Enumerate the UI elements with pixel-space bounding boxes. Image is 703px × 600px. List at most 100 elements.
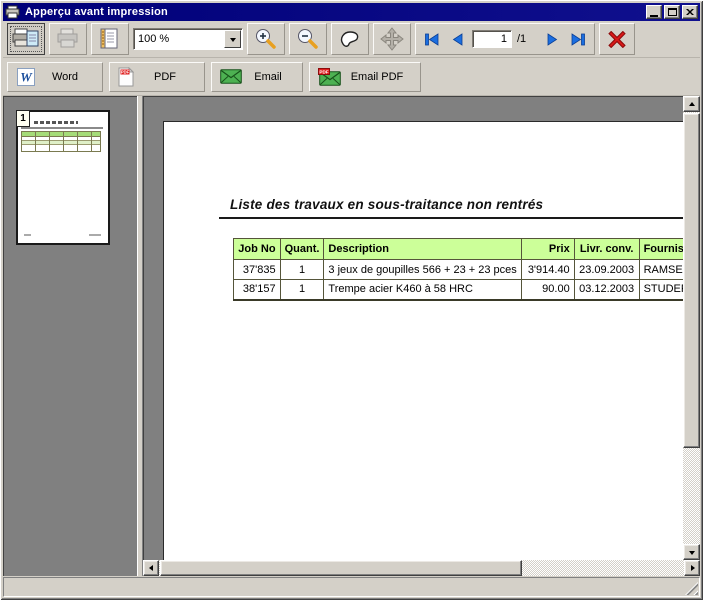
cell-livr: 03.12.2003 <box>574 280 639 300</box>
vertical-scroll-thumb[interactable] <box>683 113 700 448</box>
cell-description: 3 jeux de goupilles 566 + 23 + 23 pces <box>324 260 522 280</box>
export-email-button[interactable]: Email <box>211 62 303 92</box>
document-title: Liste des travaux en sous-traitance non … <box>230 197 543 212</box>
scroll-right-button[interactable] <box>684 560 700 576</box>
chevron-down-icon <box>230 38 236 45</box>
first-page-button[interactable] <box>420 26 444 52</box>
zoom-out-icon <box>295 27 321 51</box>
email-icon <box>220 69 242 84</box>
close-preview-button[interactable] <box>599 23 635 55</box>
window-controls <box>646 5 698 19</box>
pan-button[interactable] <box>373 23 411 55</box>
vertical-scroll-track[interactable] <box>683 112 700 544</box>
col-header-livr: Livr. conv. <box>574 239 639 260</box>
preview-canvas: Liste des travaux en sous-traitance non … <box>143 96 683 560</box>
page-number-input[interactable] <box>472 30 512 48</box>
zoom-out-button[interactable] <box>289 23 327 55</box>
vertical-scrollbar[interactable] <box>683 96 700 560</box>
thumbnail-title-placeholder <box>34 121 78 124</box>
resize-grip[interactable] <box>685 582 698 595</box>
next-page-button[interactable] <box>540 26 564 52</box>
print-icon <box>56 28 80 50</box>
table-row: 38'157 1 Trempe acier K460 à 58 HRC 90.0… <box>234 280 684 300</box>
lasso-icon <box>338 28 362 50</box>
zoom-level-select[interactable]: 100 % <box>133 28 243 50</box>
cell-quant: 1 <box>280 280 324 300</box>
zoom-in-icon <box>253 27 279 51</box>
scroll-left-button[interactable] <box>143 560 159 576</box>
previous-page-button[interactable] <box>446 26 470 52</box>
close-icon <box>686 9 694 16</box>
thumbnail-rule <box>21 127 103 129</box>
page-total-label: /1 <box>517 33 526 45</box>
page-thumbnail[interactable]: 1 <box>16 110 110 245</box>
cell-prix: 3'914.40 <box>522 260 574 280</box>
col-header-description: Description <box>324 239 522 260</box>
thumbnail-page-number: 1 <box>16 110 30 127</box>
scroll-down-button[interactable] <box>683 544 700 560</box>
arrow-left-icon <box>146 565 153 571</box>
maximize-icon <box>668 8 677 16</box>
arrow-right-icon <box>691 565 698 571</box>
col-header-prix: Prix <box>522 239 574 260</box>
table-header-row: Job No Quant. Description Prix Livr. con… <box>234 239 684 260</box>
report-setup-button[interactable] <box>91 23 129 55</box>
thumbnail-footer-right <box>89 234 101 236</box>
window-title: Apperçu avant impression <box>25 6 646 18</box>
zoom-dropdown-button[interactable] <box>224 30 241 48</box>
export-email-pdf-button[interactable]: PDF Email PDF <box>309 62 421 92</box>
cell-jobno: 38'157 <box>234 280 281 300</box>
preview-area: Liste des travaux en sous-traitance non … <box>143 96 700 576</box>
jobs-table: Job No Quant. Description Prix Livr. con… <box>233 238 683 301</box>
export-pdf-label: PDF <box>134 71 196 83</box>
horizontal-scroll-thumb[interactable] <box>160 560 522 576</box>
col-header-jobno: Job No <box>234 239 281 260</box>
maximize-button[interactable] <box>664 5 680 19</box>
cell-prix: 90.00 <box>522 280 574 300</box>
printer-icon <box>5 5 21 19</box>
export-word-button[interactable]: W Word <box>7 62 103 92</box>
last-page-icon <box>570 33 586 46</box>
pan-icon <box>380 27 404 51</box>
title-underline <box>219 217 683 219</box>
lasso-select-button[interactable] <box>331 23 369 55</box>
export-pdf-button[interactable]: PDF PDF <box>109 62 205 92</box>
cell-livr: 23.09.2003 <box>574 260 639 280</box>
print-preview-button[interactable] <box>7 23 45 55</box>
close-red-icon <box>608 31 626 48</box>
print-button[interactable] <box>49 23 87 55</box>
svg-text:PDF: PDF <box>121 69 130 74</box>
export-toolbar: W Word PDF PDF Email <box>3 58 700 96</box>
minimize-icon <box>650 15 658 17</box>
titlebar[interactable]: Apperçu avant impression <box>3 3 700 21</box>
last-page-button[interactable] <box>566 26 590 52</box>
zoom-in-button[interactable] <box>247 23 285 55</box>
cell-jobno: 37'835 <box>234 260 281 280</box>
print-preview-icon <box>12 27 40 51</box>
export-email-label: Email <box>242 71 294 83</box>
close-button[interactable] <box>682 5 698 19</box>
cell-fournisseur: STUDER <box>639 280 683 300</box>
cell-quant: 1 <box>280 260 324 280</box>
first-page-icon <box>424 33 440 46</box>
col-header-quant: Quant. <box>280 239 324 260</box>
svg-text:W: W <box>20 69 33 84</box>
print-preview-window: Apperçu avant impression <box>0 0 703 600</box>
svg-text:PDF: PDF <box>319 69 328 74</box>
minimize-button[interactable] <box>646 5 662 19</box>
scroll-up-button[interactable] <box>683 96 700 112</box>
main-toolbar: 100 % <box>3 21 700 58</box>
status-bar <box>3 577 700 597</box>
col-header-fournisseur: Fournis <box>639 239 683 260</box>
thumbnail-footer-left <box>24 234 31 236</box>
report-icon <box>97 27 123 51</box>
horizontal-scrollbar[interactable] <box>143 560 700 576</box>
horizontal-scroll-track[interactable] <box>159 560 684 576</box>
cell-description: Trempe acier K460 à 58 HRC <box>324 280 522 300</box>
previous-page-icon <box>450 33 466 46</box>
document-page: Liste des travaux en sous-traitance non … <box>163 121 683 560</box>
page-navigation-group: /1 <box>415 23 595 55</box>
content-area: 1 Liste des travaux en sous-traitance no… <box>3 96 700 576</box>
email-pdf-icon: PDF <box>318 68 342 86</box>
thumbnail-panel: 1 <box>3 96 137 576</box>
